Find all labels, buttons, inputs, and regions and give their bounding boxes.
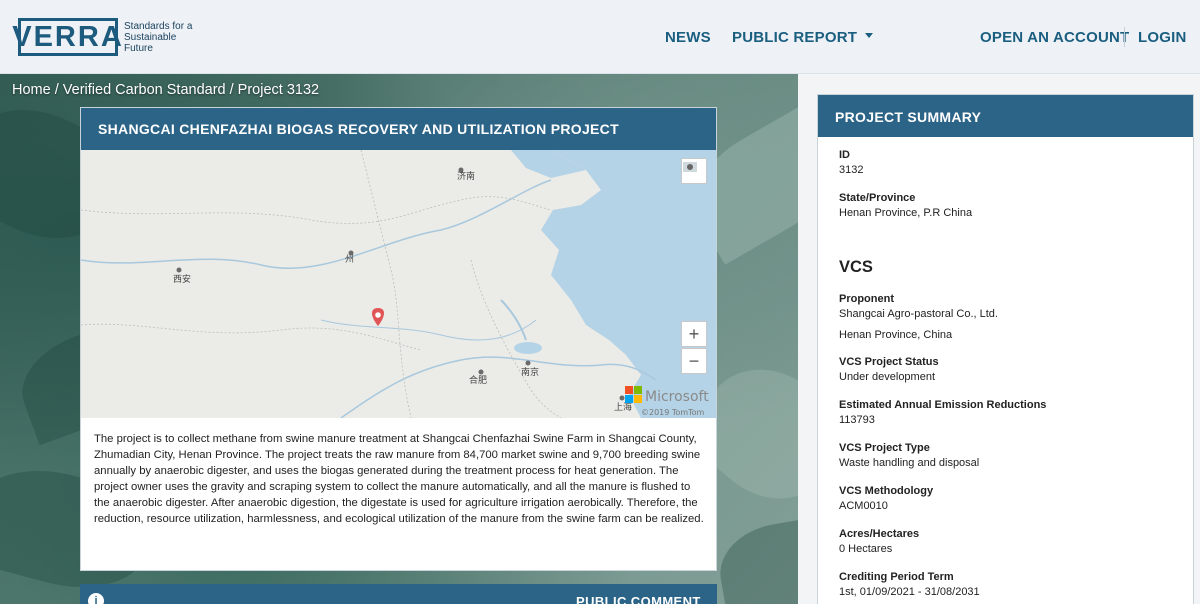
summary-proponent-value-1: Shangcai Agro-pastoral Co., Ltd. — [839, 308, 998, 320]
map-zoom-out-button[interactable]: − — [681, 348, 707, 374]
map-canvas: 济南 州 西安 合肥 南京 上海 Microsoft ©2019 TomTom — [81, 150, 716, 418]
map-label-jinan: 济南 — [457, 170, 475, 182]
nav-news-label: NEWS — [665, 28, 711, 46]
breadcrumb[interactable]: Home / Verified Carbon Standard / Projec… — [12, 82, 319, 98]
nav-divider — [1124, 27, 1125, 47]
summary-methodology: VCS Methodology ACM0010 — [839, 484, 933, 514]
summary-state: State/Province Henan Province, P.R China — [839, 191, 972, 221]
summary-type-label: VCS Project Type — [839, 442, 930, 454]
nav-public-report[interactable]: PUBLIC REPORT — [732, 0, 874, 74]
summary-emission-label: Estimated Annual Emission Reductions — [839, 399, 1047, 411]
summary-acres: Acres/Hectares 0 Hectares — [839, 527, 919, 557]
summary-proponent-label: Proponent — [839, 293, 894, 305]
summary-methodology-label: VCS Methodology — [839, 485, 934, 497]
map-style-toggle-icon[interactable] — [681, 158, 707, 184]
summary-methodology-value: ACM0010 — [839, 500, 888, 512]
project-description: The project is to collect methane from s… — [94, 433, 704, 525]
summary-status: VCS Project Status Under development — [839, 355, 939, 385]
map-provider: Microsoft — [645, 389, 709, 405]
public-comment-card[interactable]: i PUBLIC COMMENT — [80, 584, 717, 604]
nav-open-account[interactable]: OPEN AN ACCOUNT — [980, 0, 1129, 74]
map-label-nanjing: 南京 — [521, 366, 539, 378]
map-label-hefei: 合肥 — [469, 374, 487, 386]
nav-login-label: LOGIN — [1138, 28, 1187, 46]
summary-title: PROJECT SUMMARY — [818, 95, 1193, 137]
nav-public-report-label: PUBLIC REPORT — [732, 28, 858, 46]
summary-crediting-label: Crediting Period Term — [839, 571, 954, 583]
summary-acres-value: 0 Hectares — [839, 543, 893, 555]
summary-status-label: VCS Project Status — [839, 356, 939, 368]
summary-crediting-value: 1st, 01/09/2021 - 31/08/2031 — [839, 586, 980, 598]
summary-id: ID 3132 — [839, 148, 863, 178]
summary-id-value: 3132 — [839, 164, 864, 176]
logo-mark: VERRA — [12, 18, 122, 56]
summary-type: VCS Project Type Waste handling and disp… — [839, 441, 979, 471]
summary-proponent: Proponent Shangcai Agro-pastoral Co., Lt… — [839, 292, 998, 343]
top-navbar: VERRA Standards for a Sustainable Future… — [0, 0, 1200, 74]
logo-tagline: Standards for a Sustainable Future — [124, 21, 204, 54]
map-label-xian: 西安 — [173, 273, 191, 285]
summary-proponent-value-2: Henan Province, China — [839, 329, 953, 341]
summary-status-value: Under development — [839, 371, 936, 383]
info-icon: i — [88, 593, 104, 604]
public-comment-label: PUBLIC COMMENT — [576, 594, 701, 604]
logo-tagline-line1: Standards for a — [124, 20, 193, 32]
summary-acres-label: Acres/Hectares — [839, 528, 920, 540]
summary-type-value: Waste handling and disposal — [839, 457, 980, 469]
vcs-section-title: VCS — [839, 258, 873, 276]
project-title: SHANGCAI CHENFAZHAI BIOGAS RECOVERY AND … — [81, 108, 716, 150]
logo-tagline-line2: Sustainable Future — [124, 31, 177, 54]
project-map[interactable]: 济南 州 西安 合肥 南京 上海 Microsoft ©2019 TomTom — [81, 150, 716, 418]
summary-emission-value: 113793 — [839, 414, 875, 426]
project-summary-panel: PROJECT SUMMARY ID 3132 State/Province H… — [817, 94, 1194, 604]
verra-logo[interactable]: VERRA Standards for a Sustainable Future — [12, 18, 204, 56]
project-card: SHANGCAI CHENFAZHAI BIOGAS RECOVERY AND … — [80, 107, 717, 571]
map-zoom-in-button[interactable]: + — [681, 321, 707, 347]
summary-state-value: Henan Province, P.R China — [839, 207, 973, 219]
map-attribution: ©2019 TomTom — [641, 408, 705, 417]
nav-login[interactable]: LOGIN — [1138, 0, 1187, 74]
summary-state-label: State/Province — [839, 192, 916, 204]
map-label-zhou: 州 — [345, 254, 354, 265]
summary-emission: Estimated Annual Emission Reductions 113… — [839, 398, 1046, 428]
summary-id-label: ID — [839, 149, 850, 161]
nav-open-account-label: OPEN AN ACCOUNT — [980, 28, 1130, 46]
nav-news[interactable]: NEWS — [665, 0, 711, 74]
summary-crediting: Crediting Period Term 1st, 01/09/2021 - … — [839, 570, 980, 600]
logo-text: VERRA — [12, 20, 124, 53]
caret-down-icon — [865, 32, 874, 38]
